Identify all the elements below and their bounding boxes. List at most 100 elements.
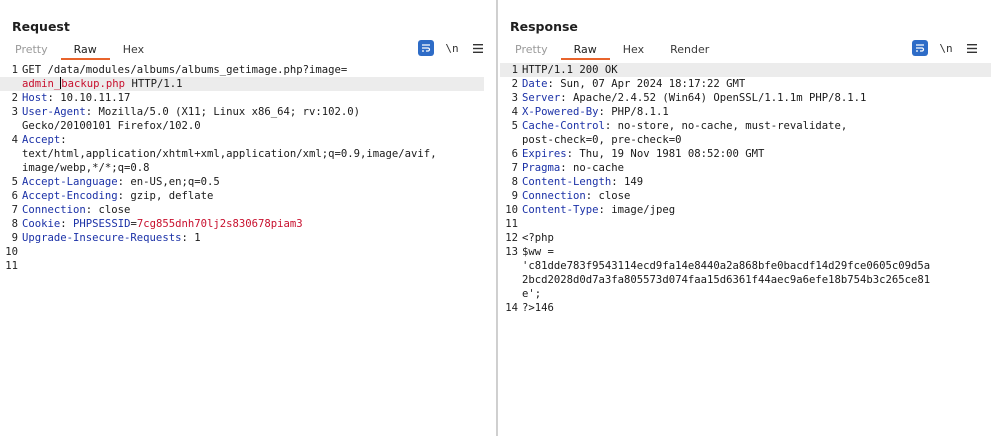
code-line: 2bcd2028d0d7a3fa805573d074faa15d6361f44a… — [500, 273, 991, 287]
wrap-lines-icon[interactable] — [912, 40, 928, 56]
code-text: : PHP/8.1.1 — [598, 106, 669, 118]
code-line: 4 Accept: — [0, 133, 484, 147]
code-line: 10 — [0, 245, 484, 259]
line-content: image/webp,*/*;q=0.8 — [22, 161, 150, 175]
header-name: Accept-Language — [22, 176, 118, 188]
header-name: Content-Length — [522, 176, 612, 188]
line-number — [0, 147, 22, 161]
tab-raw[interactable]: Raw — [60, 42, 110, 60]
code-text: : Mozilla/5.0 (X11; Linux x86_64; rv:102… — [85, 106, 361, 118]
line-number: 7 — [11, 204, 18, 216]
tab-render[interactable]: Render — [657, 42, 722, 60]
highlighted-value: backup.php — [61, 78, 126, 90]
line-number: 9 — [511, 190, 518, 202]
code-text: : no-store, no-cache, must-revalidate, — [604, 120, 848, 132]
line-content: 'c81dde783f9543114ecd9fa14e8440a2a868bfe… — [522, 259, 930, 273]
tab-hex[interactable]: Hex — [610, 42, 657, 60]
line-content: Content-Type: image/jpeg — [522, 203, 675, 217]
line-number: 3 — [11, 106, 18, 118]
request-title: Request — [12, 19, 70, 34]
tab-hex[interactable]: Hex — [110, 42, 157, 60]
tab-raw[interactable]: Raw — [560, 42, 610, 60]
newline-toggle[interactable]: \n — [938, 40, 954, 56]
code-text: 2bcd2028d0d7a3fa805573d074faa15d6361f44a… — [522, 274, 931, 286]
line-number — [0, 119, 22, 133]
line-content: Connection: close — [522, 189, 630, 203]
line-number — [500, 273, 522, 287]
header-name: Accept-Encoding — [22, 190, 118, 202]
line-number: 5 — [511, 120, 518, 132]
code-line: admin_backup.php HTTP/1.1 — [0, 77, 484, 91]
header-name: Content-Type — [522, 204, 599, 216]
code-line: e'; — [500, 287, 991, 301]
line-number — [500, 133, 522, 147]
code-line: Gecko/20100101 Firefox/102.0 — [0, 119, 484, 133]
response-editor[interactable]: 1 HTTP/1.1 200 OK 2 Date: Sun, 07 Apr 2024 … — [500, 63, 991, 436]
wrap-lines-icon[interactable] — [418, 40, 434, 56]
line-content: GET /data/modules/albums/albums_getimage… — [22, 63, 347, 77]
request-tools: \n — [418, 40, 486, 56]
line-content: Cache-Control: no-store, no-cache, must-… — [522, 119, 847, 133]
tab-pretty[interactable]: Pretty — [502, 42, 561, 60]
line-content: X-Powered-By: PHP/8.1.1 — [522, 105, 669, 119]
line-content: User-Agent: Mozilla/5.0 (X11; Linux x86_… — [22, 105, 360, 119]
code-line: 8 Cookie: PHPSESSID=7cg855dnh70lj2s830678… — [0, 217, 484, 231]
line-content: HTTP/1.1 200 OK — [522, 63, 618, 77]
hamburger-menu-icon[interactable] — [964, 40, 980, 56]
line-number — [0, 161, 22, 175]
header-name: Expires — [522, 148, 567, 160]
line-content: Server: Apache/2.4.52 (Win64) OpenSSL/1.… — [522, 91, 866, 105]
line-number: 9 — [11, 232, 18, 244]
line-number: 5 — [11, 176, 18, 188]
code-text: post-check=0, pre-check=0 — [522, 134, 682, 146]
line-number: 3 — [511, 92, 518, 104]
code-line: 11 — [500, 217, 991, 231]
line-content: e'; — [522, 287, 541, 301]
code-text: : Sun, 07 Apr 2024 18:17:22 GMT — [547, 78, 746, 90]
line-content: Date: Sun, 07 Apr 2024 18:17:22 GMT — [522, 77, 745, 91]
header-name: Connection — [522, 190, 586, 202]
code-text: e'; — [522, 288, 542, 300]
code-line: 4 X-Powered-By: PHP/8.1.1 — [500, 105, 991, 119]
code-text: <?php — [522, 232, 554, 244]
line-content: post-check=0, pre-check=0 — [522, 133, 681, 147]
line-number — [500, 259, 522, 273]
request-editor[interactable]: 1 GET /data/modules/albums/albums_getimag… — [0, 63, 484, 436]
request-panel: Request Pretty Raw Hex \n 1 GET /data/mod… — [0, 0, 497, 436]
code-text: : gzip, deflate — [117, 190, 214, 202]
header-name: Cache-Control — [522, 120, 605, 132]
line-number — [500, 287, 522, 301]
hamburger-menu-icon[interactable] — [470, 40, 486, 56]
line-content: Content-Length: 149 — [522, 175, 643, 189]
line-content: Connection: close — [22, 203, 130, 217]
response-title: Response — [510, 19, 578, 34]
code-text: ?>146 — [522, 302, 554, 314]
code-line: 1 GET /data/modules/albums/albums_getimag… — [0, 63, 484, 77]
code-line: 10 Content-Type: image/jpeg — [500, 203, 991, 217]
line-content: 2bcd2028d0d7a3fa805573d074faa15d6361f44a… — [522, 273, 930, 287]
code-line: 8 Content-Length: 149 — [500, 175, 991, 189]
line-number: 13 — [505, 246, 518, 258]
header-name: X-Powered-By — [522, 106, 599, 118]
code-line: 13 $ww = — [500, 245, 991, 259]
line-number: 14 — [505, 302, 518, 314]
tab-pretty[interactable]: Pretty — [2, 42, 61, 60]
line-number: 10 — [5, 246, 18, 258]
code-text: : — [60, 218, 74, 230]
code-text: HTTP/1.1 200 OK — [522, 64, 618, 76]
code-text: 'c81dde783f9543114ecd9fa14e8440a2a868bfe… — [522, 260, 931, 272]
code-line: image/webp,*/*;q=0.8 — [0, 161, 484, 175]
code-line: 3 User-Agent: Mozilla/5.0 (X11; Linux x86… — [0, 105, 484, 119]
header-name: Accept — [22, 134, 61, 146]
code-line: post-check=0, pre-check=0 — [500, 133, 991, 147]
newline-toggle[interactable]: \n — [444, 40, 460, 56]
line-number: 4 — [511, 106, 518, 118]
code-text: : 149 — [611, 176, 644, 188]
line-content: ?>146 — [522, 301, 554, 315]
code-text: : en-US,en;q=0.5 — [117, 176, 220, 188]
highlighted-value: admin_ — [22, 78, 61, 90]
header-name: Connection — [22, 204, 86, 216]
header-name: Date — [522, 78, 548, 90]
line-content: Upgrade-Insecure-Requests: 1 — [22, 231, 201, 245]
code-line: 12 <?php — [500, 231, 991, 245]
